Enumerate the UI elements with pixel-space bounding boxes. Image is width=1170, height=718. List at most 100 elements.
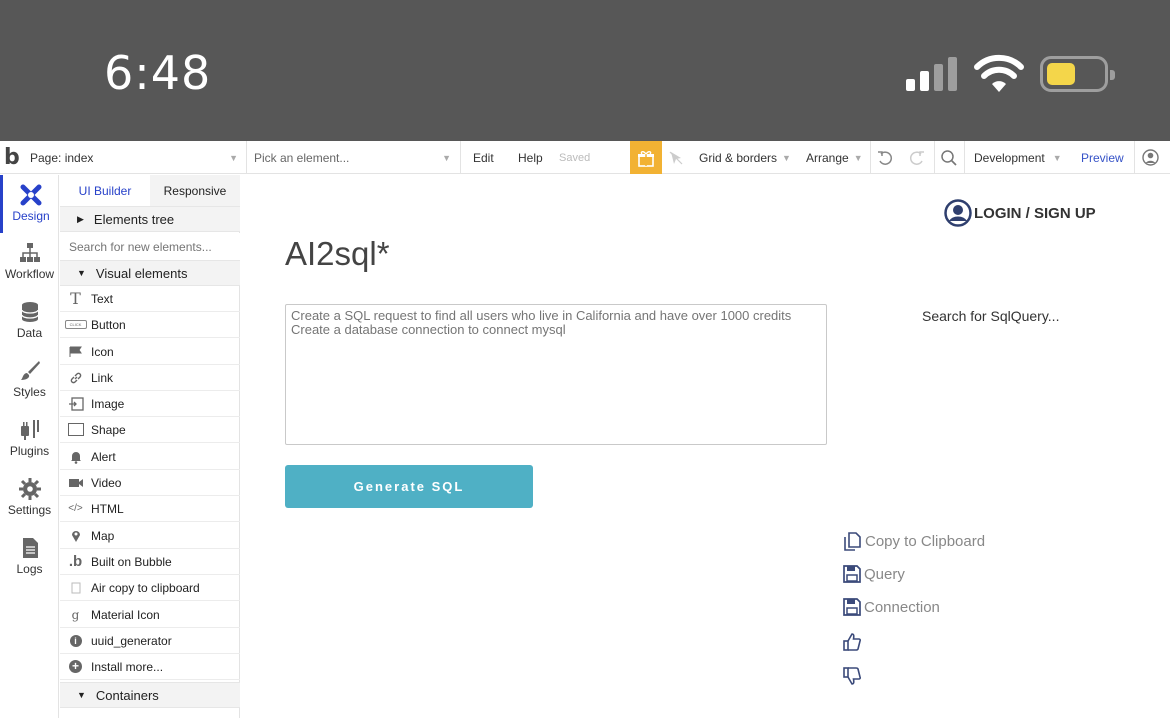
grid-borders-menu[interactable]: Grid & borders ▼ [699,141,791,174]
undo-icon[interactable] [876,141,894,174]
image-icon [60,396,91,411]
sql-prompt-input[interactable] [285,304,827,445]
element-label: Image [91,396,125,411]
nav-workflow[interactable]: Workflow [0,233,59,291]
element-install-more[interactable]: + Install more... [60,654,240,680]
element-map[interactable]: Map [60,523,240,549]
thumbs-up-button[interactable] [843,633,864,651]
element-label: Video [91,475,122,490]
nav-design[interactable]: Design [0,175,59,233]
chevron-down-icon: ▼ [782,152,791,163]
elements-tree-label: Elements tree [93,211,175,227]
nav-design-label: Design [12,209,50,223]
copy-to-clipboard-button[interactable]: Copy to Clipboard [843,532,985,551]
login-label: LOGIN / SIGN UP [974,204,1096,222]
inspect-cursor-icon[interactable] [668,141,684,174]
copy-label: Copy to Clipboard [865,533,986,550]
help-menu[interactable]: Help [518,141,543,174]
nav-data[interactable]: Data [0,292,59,350]
element-search-input[interactable] [60,233,240,260]
design-icon [20,184,42,206]
preview-button[interactable]: Preview [1081,141,1124,174]
visual-elements-toggle[interactable]: ▼ Visual elements [60,260,240,286]
tab-ui-builder[interactable]: UI Builder [60,175,150,206]
generate-sql-button[interactable]: Generate SQL [285,465,533,508]
copy-icon [844,532,861,551]
caret-right-icon: ▶ [77,213,84,224]
element-text[interactable]: T Text [60,286,240,312]
login-signup-link[interactable]: LOGIN / SIGN UP [944,199,1096,227]
nav-plugins[interactable]: Plugins [0,410,59,468]
element-label: Text [91,291,114,306]
nav-settings-label: Settings [7,503,52,517]
thumbs-down-button[interactable] [843,667,864,685]
elements-tree-toggle[interactable]: ▶ Elements tree [60,206,240,232]
version-select[interactable]: Development ▼ [974,141,1062,174]
element-link[interactable]: Link [60,365,240,391]
element-html[interactable]: </> HTML [60,496,240,522]
chevron-down-icon: ▼ [229,152,238,163]
edit-menu[interactable]: Edit [473,141,494,174]
arrange-menu[interactable]: Arrange ▼ [806,141,863,174]
element-label: Install more... [91,659,164,674]
status-time: 6:48 [104,46,212,100]
chevron-down-icon: ▼ [442,152,451,163]
search-sqlquery[interactable]: Search for SqlQuery... [922,308,1059,324]
nav-logs[interactable]: Logs [0,528,59,586]
workflow-icon [19,243,40,262]
status-bar: 6:48 [0,0,1170,141]
element-video[interactable]: Video [60,470,240,496]
nav-plugins-label: Plugins [9,444,50,458]
bubble-icon: .b [68,553,83,570]
design-canvas[interactable]: LOGIN / SIGN UP AI2sql* Generate SQL Sea… [254,175,1170,718]
text-icon: T [70,289,81,308]
element-uuid-generator[interactable]: i uuid_generator [60,628,240,654]
containers-label: Containers [95,687,159,703]
nav-settings[interactable]: Settings [0,469,59,527]
element-button[interactable]: CLICK Button [60,312,240,338]
shape-icon [60,423,91,436]
save-connection-button[interactable]: Connection [843,598,940,616]
connection-label: Connection [864,598,940,616]
element-picker[interactable]: Pick an element... ▼ [254,141,454,174]
plus-circle-icon: + [60,660,91,673]
element-label: Map [91,528,115,543]
caret-down-icon: ▼ [77,690,86,700]
save-query-button[interactable]: Query [843,565,905,583]
tab-responsive[interactable]: Responsive [150,175,240,206]
page-selector-label: Page: index [30,150,94,165]
element-alert[interactable]: Alert [60,444,240,470]
element-label: Air copy to clipboard [91,580,200,595]
element-label: HTML [91,501,124,516]
element-shape[interactable]: Shape [60,417,240,443]
bell-icon [60,450,91,464]
save-icon [843,598,861,616]
nav-styles[interactable]: Styles [0,351,59,409]
element-image[interactable]: Image [60,391,240,417]
page-selector[interactable]: Page: index ▼ [30,141,242,174]
chevron-down-icon: ▼ [853,152,863,163]
element-icon[interactable]: Icon [60,339,240,365]
element-material-icon[interactable]: g Material Icon [60,602,240,628]
chevron-down-icon: ▼ [1052,152,1062,163]
element-panel: UI Builder Responsive ▶ Elements tree ▼ … [60,175,240,718]
link-icon [60,371,91,385]
element-label: Alert [91,449,116,464]
thumbs-up-icon [843,633,861,651]
info-icon: i [60,634,91,647]
grid-borders-label: Grid & borders [699,150,778,165]
element-air-copy[interactable]: Air copy to clipboard [60,575,240,601]
element-label: Link [91,370,114,385]
search-icon[interactable] [940,141,958,174]
element-label: Icon [91,344,114,359]
clipboard-icon [60,582,91,594]
saved-status: Saved [559,151,591,164]
containers-toggle[interactable]: ▼ Containers [60,682,240,708]
gear-icon [18,478,41,500]
editor-toolbar: b Page: index ▼ Pick an element... ▼ Edi… [0,141,1170,174]
redo-icon[interactable] [908,141,926,174]
bubble-logo[interactable]: b [4,141,20,174]
gift-button[interactable] [630,141,662,174]
element-built-on-bubble[interactable]: .b Built on Bubble [60,549,240,575]
account-icon[interactable] [1142,141,1159,174]
